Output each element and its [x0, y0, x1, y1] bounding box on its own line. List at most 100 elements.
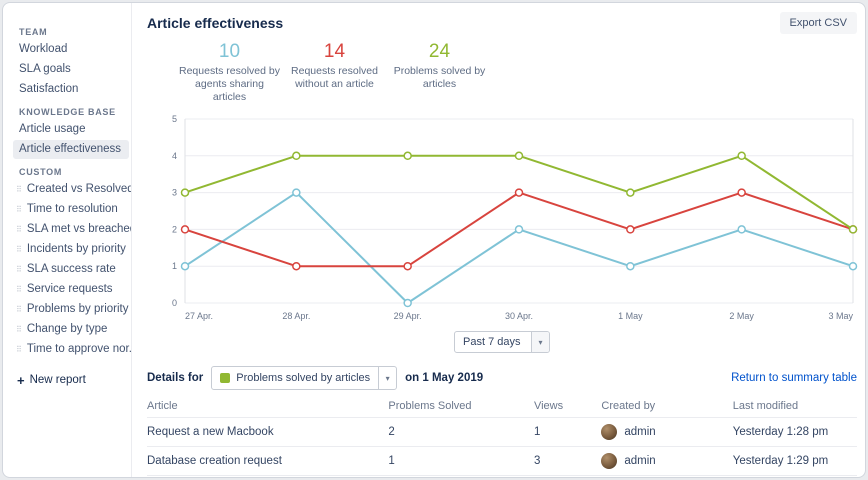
chart-point[interactable] — [404, 152, 411, 159]
sidebar-item-label: SLA success rate — [27, 263, 116, 276]
sidebar-item-problems-by-priority[interactable]: ⠿ Problems by priority — [3, 300, 131, 319]
article-link[interactable]: Database creation request — [147, 447, 388, 476]
report-header: Article effectiveness Export CSV — [147, 12, 857, 34]
reports-sidebar: TEAMWorkload SLA goals Satisfaction KNOWLED… — [3, 3, 132, 477]
y-axis-tick-label: 3 — [172, 188, 177, 198]
chart-point[interactable] — [404, 300, 411, 307]
chart-point[interactable] — [516, 152, 523, 159]
x-axis-tick-label: 28 Apr. — [282, 311, 310, 321]
chart-point[interactable] — [627, 189, 634, 196]
sidebar-item-label: Satisfaction — [19, 83, 78, 95]
drag-handle-icon[interactable]: ⠿ — [16, 346, 22, 354]
stat-label: Problems solved by articles — [387, 65, 492, 91]
table-row: Database creation request13adminYesterda… — [147, 447, 857, 476]
sidebar-item-incidents-by-priority[interactable]: ⠿Incidents by priority — [3, 240, 131, 259]
x-axis-tick-label: 1 May — [618, 311, 643, 321]
chart-point[interactable] — [738, 189, 745, 196]
drag-handle-icon[interactable]: ⠿ — [16, 246, 22, 254]
chevron-down-icon: ▾ — [531, 332, 549, 352]
views-cell: 1 — [534, 418, 601, 447]
series-select[interactable]: Problems solved by articles ▾ — [211, 366, 397, 390]
article-link[interactable]: Request a new Macbook — [147, 418, 388, 447]
sidebar-item-label: Service requests — [27, 283, 113, 296]
chart-point[interactable] — [293, 263, 300, 270]
sidebar-item-article-effectiveness[interactable]: Article effectiveness — [13, 140, 129, 159]
drag-handle-icon[interactable]: ⠿ — [16, 266, 22, 274]
time-range-select[interactable]: Past 7 days ▾ — [454, 331, 550, 353]
sidebar-item-time-to-approve-nor[interactable]: ⠿Time to approve nor... — [3, 340, 131, 359]
chart-area: 01234527 Apr.28 Apr.29 Apr.30 Apr.1 May2… — [147, 111, 857, 329]
details-prefix: Details for — [147, 372, 203, 384]
last-modified-cell: Yesterday 1:29 pm — [733, 447, 857, 476]
drag-handle-icon[interactable]: ⠿ — [16, 286, 22, 294]
reports-page: TEAMWorkload SLA goals Satisfaction KNOWLED… — [0, 0, 868, 480]
stat-requests-resolved-without-an-article: 14Requests resolved without an article — [282, 41, 387, 104]
drag-handle-icon[interactable]: ⠿ — [16, 306, 22, 314]
avatar — [601, 453, 617, 469]
x-axis-tick-label: 2 May — [729, 311, 754, 321]
reports-card: TEAMWorkload SLA goals Satisfaction KNOWLED… — [2, 2, 866, 478]
sidebar-item-sla-goals[interactable]: SLA goals — [3, 60, 131, 79]
stat-requests-resolved-by-agents-sharing-articles: 10Requests resolved by agents sharing ar… — [177, 41, 282, 104]
new-report-button[interactable]: + New report — [3, 367, 131, 389]
drag-handle-icon[interactable]: ⠿ — [16, 226, 22, 234]
return-to-summary-link[interactable]: Return to summary table — [731, 372, 857, 384]
chart-point[interactable] — [850, 263, 857, 270]
stat-label: Requests resolved without an article — [282, 65, 387, 91]
chart-point[interactable] — [293, 189, 300, 196]
x-axis-tick-label: 3 May — [828, 311, 853, 321]
last-modified-cell: Yesterday 1:28 pm — [733, 418, 857, 447]
sidebar-item-created-vs-resolved[interactable]: ⠿ Created vs Resolved — [3, 180, 131, 199]
sidebar-item-label: SLA met vs breached — [27, 223, 131, 236]
column-header-article: Article — [147, 395, 388, 418]
effectiveness-line-chart[interactable]: 01234527 Apr.28 Apr.29 Apr.30 Apr.1 May2… — [147, 111, 857, 329]
y-axis-tick-label: 4 — [172, 151, 177, 161]
stat-value: 14 — [282, 41, 387, 63]
sidebar-item-label: Problems by priority — [27, 303, 129, 316]
sidebar-item-satisfaction[interactable]: Satisfaction — [3, 80, 131, 99]
chart-point[interactable] — [293, 152, 300, 159]
details-date: on 1 May 2019 — [405, 372, 483, 384]
chart-point[interactable] — [850, 226, 857, 233]
chart-point[interactable] — [404, 263, 411, 270]
sidebar-section-heading: TEAM — [3, 27, 131, 40]
drag-handle-icon[interactable]: ⠿ — [16, 206, 22, 214]
sidebar-item-service-requests[interactable]: ⠿ Service requests — [3, 280, 131, 299]
created-by-cell: admin — [601, 447, 732, 476]
export-csv-button[interactable]: Export CSV — [780, 12, 857, 34]
series-line-requests-resolved-by-agents-sharing-articles — [185, 193, 853, 303]
chart-point[interactable] — [182, 226, 189, 233]
page-title: Article effectiveness — [147, 15, 283, 31]
chart-point[interactable] — [182, 189, 189, 196]
drag-handle-icon[interactable]: ⠿ — [16, 186, 22, 194]
chart-point[interactable] — [182, 263, 189, 270]
chart-point[interactable] — [516, 226, 523, 233]
column-header-problems-solved: Problems Solved — [388, 395, 534, 418]
chart-point[interactable] — [516, 189, 523, 196]
stat-value: 10 — [177, 41, 282, 63]
drag-handle-icon[interactable]: ⠿ — [16, 326, 22, 334]
sidebar-item-time-to-resolution[interactable]: ⠿Time to resolution — [3, 200, 131, 219]
sidebar-section-knowledge-base: KNOWLEDGE BASEArticle usageArticle effec… — [3, 107, 131, 159]
views-cell: 3 — [534, 447, 601, 476]
report-main: Article effectiveness Export CSV 10Reque… — [132, 3, 866, 477]
chart-point[interactable] — [627, 226, 634, 233]
chart-point[interactable] — [738, 226, 745, 233]
stat-value: 24 — [387, 41, 492, 63]
sidebar-item-workload[interactable]: Workload — [3, 40, 131, 59]
sidebar-item-sla-success-rate[interactable]: ⠿ SLA success rate — [3, 260, 131, 279]
sidebar-item-label: Article usage — [19, 123, 85, 135]
sidebar-item-change-by-type[interactable]: ⠿ Change by type — [3, 320, 131, 339]
created-by-name: admin — [624, 455, 655, 467]
chart-point[interactable] — [627, 263, 634, 270]
chart-point[interactable] — [738, 152, 745, 159]
stat-problems-solved-by-articles: 24Problems solved by articles — [387, 41, 492, 104]
sidebar-item-label: Change by type — [27, 323, 108, 336]
sidebar-item-article-usage[interactable]: Article usage — [3, 120, 131, 139]
sidebar-item-label: Created vs Resolved — [27, 183, 131, 196]
sidebar-item-label: SLA goals — [19, 63, 71, 75]
sidebar-item-sla-met-vs-breached[interactable]: ⠿ SLA met vs breached — [3, 220, 131, 239]
y-axis-tick-label: 1 — [172, 261, 177, 271]
x-axis-tick-label: 29 Apr. — [394, 311, 422, 321]
y-axis-tick-label: 2 — [172, 224, 177, 234]
